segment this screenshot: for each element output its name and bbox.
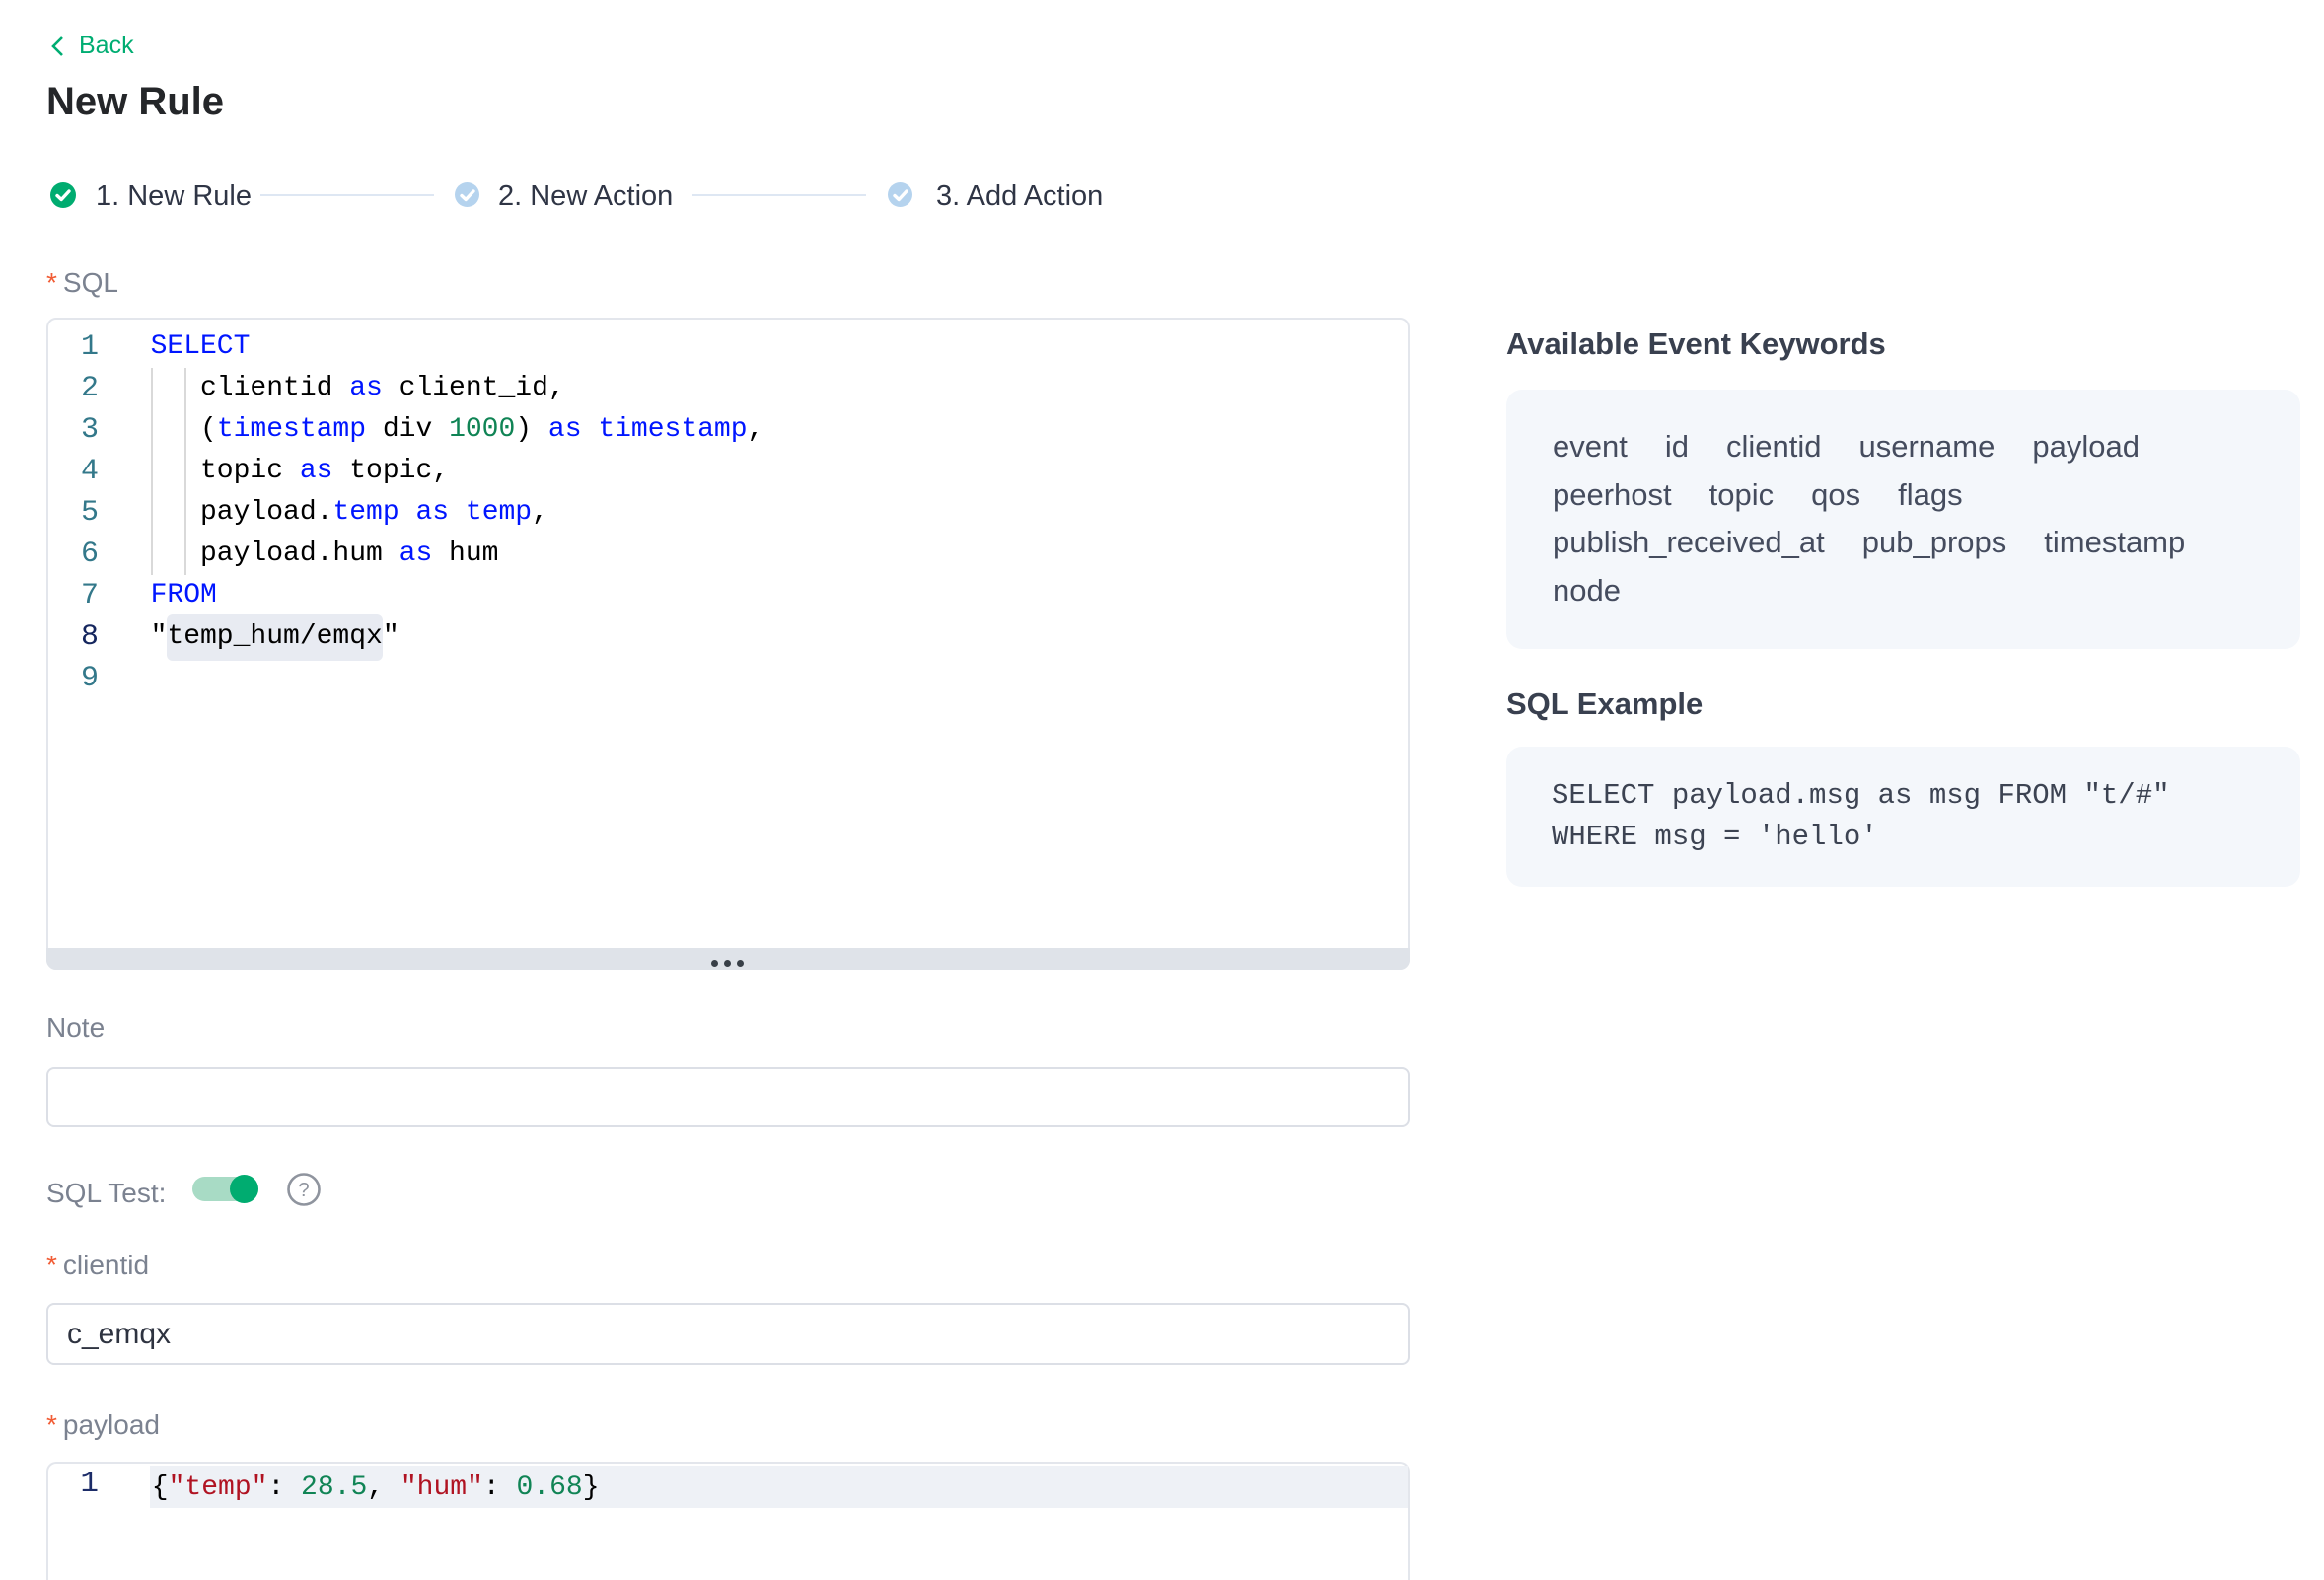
svg-text:?: ? <box>298 1180 309 1201</box>
